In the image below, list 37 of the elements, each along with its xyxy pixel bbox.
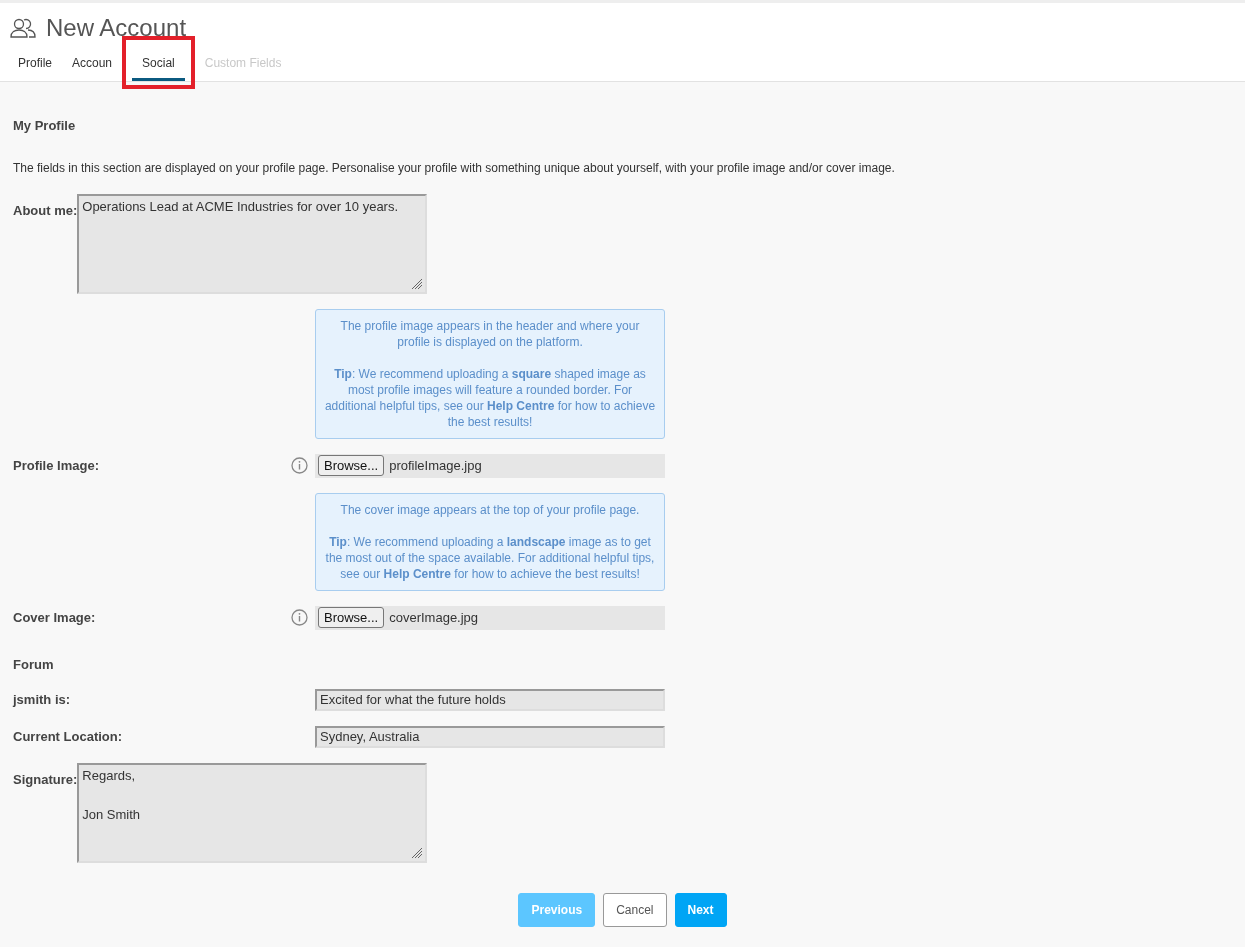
info-icon[interactable]	[291, 457, 308, 474]
footer-button[interactable]: Cancel	[603, 893, 667, 927]
users-icon	[10, 17, 36, 39]
file-name: profileImage.jpg	[389, 456, 482, 475]
tab[interactable]: Accoun	[62, 54, 123, 81]
text-area-value: Regards, Jon Smith	[82, 768, 141, 822]
text-field[interactable]: Sydney, Australia	[315, 726, 665, 748]
section-description: The fields in this section are displayed on your profile page. Personalise your profile with something unique about yourself, with your profile image and/or cover image.	[12, 159, 896, 177]
field-label: jsmith is:	[11, 691, 72, 710]
resize-grip-icon[interactable]	[411, 277, 423, 289]
tab[interactable]: Social	[132, 54, 185, 81]
info-text: The cover image appears at the top of your profile page.	[339, 501, 641, 518]
field-label: About me:	[12, 202, 78, 218]
text-area[interactable]: Operations Lead at ACME Industries for over 10 years.	[77, 193, 428, 294]
text-area[interactable]: Regards, Jon Smith	[77, 763, 428, 863]
text-field-value: Excited for what the future holds	[320, 691, 506, 710]
tab[interactable]: Profile	[8, 54, 62, 81]
field-label: Cover Image:	[12, 608, 96, 627]
info-icon[interactable]	[291, 609, 308, 626]
field-label: Current Location:	[12, 728, 124, 747]
browse-button[interactable]: Browse...	[318, 607, 385, 628]
page-title: New Account	[46, 13, 187, 43]
section-title: My Profile	[12, 117, 77, 135]
field-label: Profile Image:	[12, 456, 99, 475]
info-text: Tip: We recommend uploading a square shaped image as most profile images will feature a rounded border. For additional helpful tips, see our Help Centre for how to achieve the best results!	[324, 365, 656, 430]
section-heading: Forum	[12, 655, 55, 674]
text-field-value: Sydney, Australia	[320, 728, 420, 747]
info-text: Tip: We recommend uploading a landscape image as to get the most out of the space available. For additional helpful tips, see our Help Centre for how to achieve the best results!	[324, 533, 656, 582]
info-text: The profile image appears in the header and where your profile is displayed on the platform.	[339, 317, 641, 350]
file-input[interactable]: Browse... coverImage.jpg	[315, 605, 665, 630]
file-name: coverImage.jpg	[389, 608, 479, 627]
text-field[interactable]: Excited for what the future holds	[315, 689, 665, 711]
text-area-value: Operations Lead at ACME Industries for over 10 years.	[82, 198, 399, 214]
field-label: Signature:	[12, 772, 78, 787]
resize-grip-icon[interactable]	[411, 847, 423, 858]
file-input[interactable]: Browse... profileImage.jpg	[315, 453, 665, 478]
browse-button[interactable]: Browse...	[318, 455, 385, 476]
